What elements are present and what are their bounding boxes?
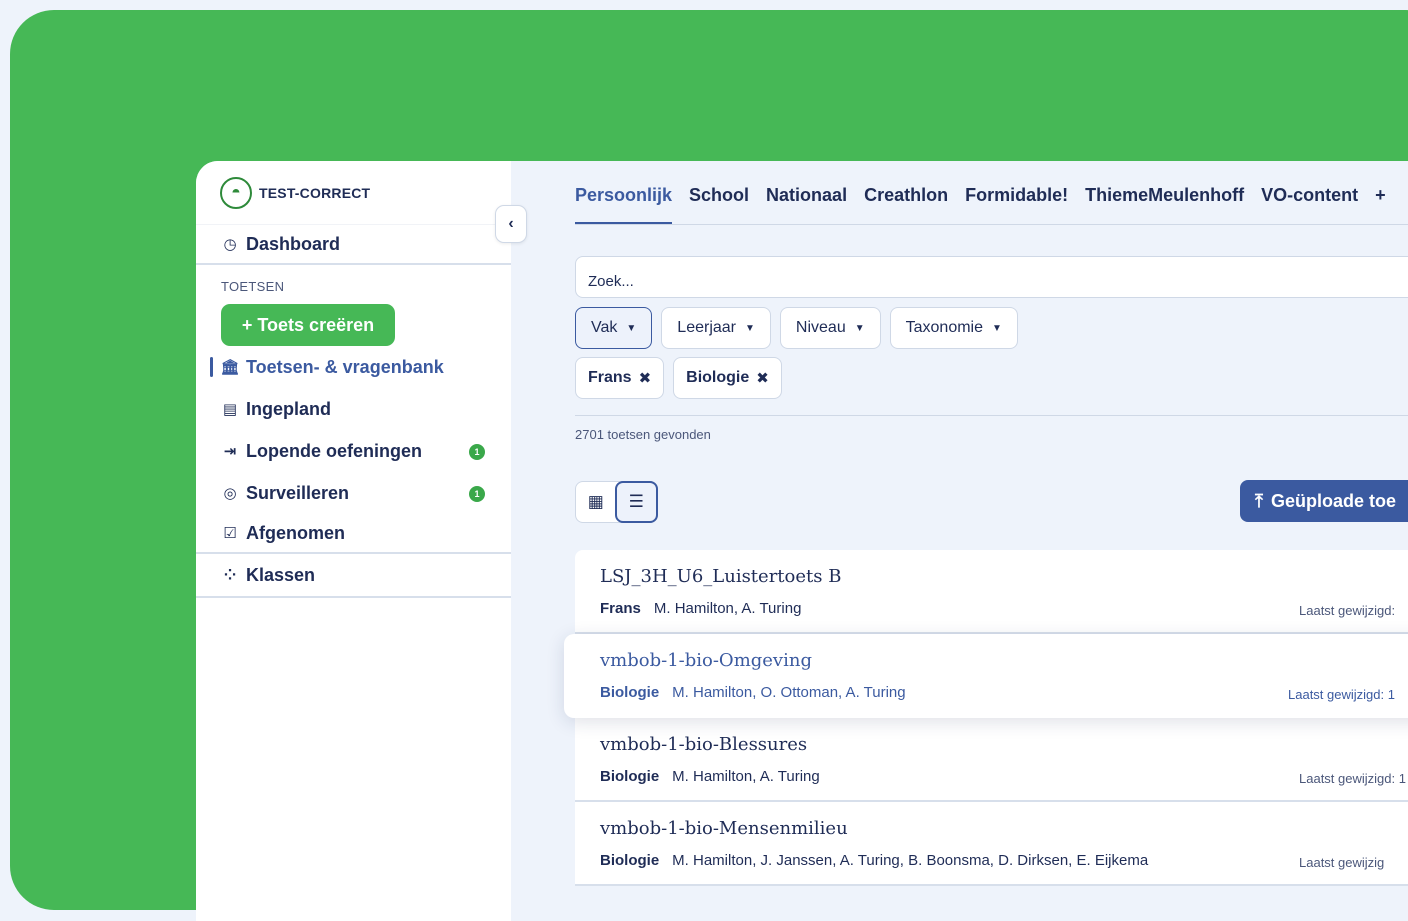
sidebar-item-taken[interactable]: ☑ Afgenomen xyxy=(196,514,511,552)
sidebar-item-running-exercises[interactable]: ⇥ Lopende oefeningen 1 xyxy=(196,430,511,472)
grid-dots-icon: ⁘ xyxy=(223,567,237,584)
filter-label: Vak xyxy=(591,319,618,336)
test-row[interactable]: LSJ_3H_U6_Luistertoets B Frans M. Hamilto… xyxy=(575,550,1408,634)
calendar-icon: ▤ xyxy=(222,401,238,418)
tab-school[interactable]: School xyxy=(689,185,749,225)
sidebar-item-planned[interactable]: ▤ Ingepland xyxy=(196,388,511,430)
radar-icon: ◎ xyxy=(223,485,237,502)
sidebar-item-label: Dashboard xyxy=(246,233,341,254)
sidebar-item-question-bank[interactable]: 🏛 Toetsen- & vragenbank xyxy=(196,346,511,388)
tab-vo-content[interactable]: VO-content xyxy=(1261,185,1358,225)
calendar-check-icon: ☑ xyxy=(223,525,237,542)
test-modified-date: Laatst gewijzigd: 1 xyxy=(1299,771,1406,786)
list-icon: ☰ xyxy=(628,492,644,511)
test-authors: M. Hamilton, O. Ottoman, A. Turing xyxy=(672,684,906,701)
test-modified-date: Laatst gewijzig xyxy=(1299,855,1385,870)
test-row[interactable]: vmbob-1-bio-Mensenmilieu Biologie M. Hami… xyxy=(575,802,1408,886)
bank-icon: 🏛 xyxy=(220,359,240,376)
chip-label: Biologie xyxy=(686,369,750,386)
app-window: ◓ TEST-CORRECT ◷ Dashboard TOETSEN + Toe… xyxy=(196,161,1408,921)
count-badge: 1 xyxy=(469,486,485,502)
tab-creathlon[interactable]: Creathlon xyxy=(864,185,948,225)
search-input[interactable]: Zoek... xyxy=(575,256,1408,298)
sidebar-item-label: Lopende oefeningen xyxy=(246,440,423,461)
tab-formidable[interactable]: Formidable! xyxy=(965,185,1068,225)
test-meta: Biologie M. Hamilton, J. Janssen, A. Turi… xyxy=(600,852,1148,869)
filter-chip-frans[interactable]: Frans ✖ xyxy=(575,357,665,399)
view-toggle: ▦ ☰ xyxy=(575,481,658,523)
sidebar: ◓ TEST-CORRECT ◷ Dashboard TOETSEN + Toe… xyxy=(196,161,511,921)
logo[interactable]: ◓ TEST-CORRECT xyxy=(196,161,511,225)
test-subject: Biologie xyxy=(600,852,660,869)
sidebar-item-label: Surveilleren xyxy=(246,482,350,503)
chevron-down-icon: ▼ xyxy=(854,322,865,334)
test-authors: M. Hamilton, A. Turing xyxy=(653,600,802,617)
tab-bar: Persoonlijk School Nationaal Creathlon F… xyxy=(575,185,1403,225)
test-meta: Frans M. Hamilton, A. Turing xyxy=(600,600,801,617)
sidebar-item-label: Ingepland xyxy=(246,398,331,419)
close-icon[interactable]: ✖ xyxy=(639,369,652,387)
chevron-down-icon: ▼ xyxy=(992,322,1002,334)
filter-bar: Vak ▼ Leerjaar ▼ Niveau ▼ Taxonomie ▼ xyxy=(575,307,1027,349)
test-modified-date: Laatst gewijzigd: xyxy=(1299,603,1396,618)
test-subject: Biologie xyxy=(600,684,660,701)
filter-label: Taxonomie xyxy=(905,319,983,336)
filter-chip-biologie[interactable]: Biologie ✖ xyxy=(673,357,782,399)
filter-subject-dropdown[interactable]: Vak ▼ xyxy=(575,307,653,349)
close-icon[interactable]: ✖ xyxy=(756,369,769,387)
create-test-button[interactable]: + Toets creëren xyxy=(221,304,395,346)
tabs-divider xyxy=(575,224,1408,225)
sidebar-item-label: Afgenomen xyxy=(246,522,345,543)
test-row[interactable]: vmbob-1-bio-Omgeving Biologie M. Hamilton… xyxy=(564,634,1408,718)
filter-level-dropdown[interactable]: Niveau ▼ xyxy=(779,307,881,349)
test-authors: M. Hamilton, A. Turing xyxy=(672,768,820,785)
tab-personal[interactable]: Persoonlijk xyxy=(575,185,673,225)
test-meta: Biologie M. Hamilton, O. Ottoman, A. Turi… xyxy=(600,684,906,701)
sidebar-item-surveillance[interactable]: ◎ Surveilleren 1 xyxy=(196,472,511,514)
tab-more[interactable]: + xyxy=(1375,185,1386,225)
uploaded-tests-button[interactable]: ⤒ Geüploade toe xyxy=(1240,480,1408,522)
main-content: Persoonlijk School Nationaal Creathlon F… xyxy=(511,161,1408,921)
filter-grade-dropdown[interactable]: Leerjaar ▼ xyxy=(661,307,771,349)
grid-view-button[interactable]: ▦ xyxy=(576,482,616,522)
test-list: LSJ_3H_U6_Luistertoets B Frans M. Hamilto… xyxy=(564,550,1408,886)
dolphin-logo-icon: ◓ xyxy=(220,176,252,209)
running-icon: ⇥ xyxy=(223,443,237,460)
chip-label: Frans xyxy=(588,369,632,386)
test-subject: Frans xyxy=(600,600,641,617)
section-label: TOETSEN xyxy=(221,279,285,294)
test-authors: M. Hamilton, J. Janssen, A. Turing, B. B… xyxy=(672,852,1149,869)
active-filters: Frans ✖ Biologie ✖ xyxy=(575,357,791,399)
list-view-button[interactable]: ☰ xyxy=(614,481,658,523)
test-title: vmbob-1-bio-Blessures xyxy=(600,734,808,755)
results-divider xyxy=(575,415,1408,416)
results-count: 2701 toetsen gevonden xyxy=(575,427,711,442)
sidebar-item-label: Klassen xyxy=(246,564,316,585)
test-title: vmbob-1-bio-Omgeving xyxy=(600,650,812,671)
tab-thiememeulenhoff[interactable]: ThiemeMeulenhoff xyxy=(1085,185,1244,225)
upload-button-label: Geüploade toe xyxy=(1270,490,1396,511)
test-subject: Biologie xyxy=(600,768,660,785)
sidebar-item-classes[interactable]: ⁘ Klassen xyxy=(196,554,511,596)
test-title: vmbob-1-bio-Mensenmilieu xyxy=(600,818,848,839)
test-modified-date: Laatst gewijzigd: 1 xyxy=(1288,687,1395,702)
sidebar-item-label: Toetsen- & vragenbank xyxy=(246,356,444,377)
test-row[interactable]: vmbob-1-bio-Blessures Biologie M. Hamilto… xyxy=(575,718,1408,802)
test-meta: Biologie M. Hamilton, A. Turing xyxy=(600,768,820,785)
filter-label: Niveau xyxy=(795,319,846,336)
filter-label: Leerjaar xyxy=(677,319,736,336)
chevron-down-icon: ▼ xyxy=(626,322,637,334)
chevron-down-icon: ▼ xyxy=(745,322,755,334)
upload-icon: ⤒ xyxy=(1255,490,1263,511)
gauge-icon: ◷ xyxy=(223,236,237,253)
sidebar-item-dashboard[interactable]: ◷ Dashboard xyxy=(196,225,511,263)
divider xyxy=(196,596,511,598)
grid-icon: ▦ xyxy=(587,492,604,511)
filter-taxonomy-dropdown[interactable]: Taxonomie ▼ xyxy=(889,307,1018,349)
count-badge: 1 xyxy=(469,444,485,460)
brand-name: TEST-CORRECT xyxy=(259,184,371,201)
test-title: LSJ_3H_U6_Luistertoets B xyxy=(600,566,842,587)
tab-national[interactable]: Nationaal xyxy=(766,185,847,225)
